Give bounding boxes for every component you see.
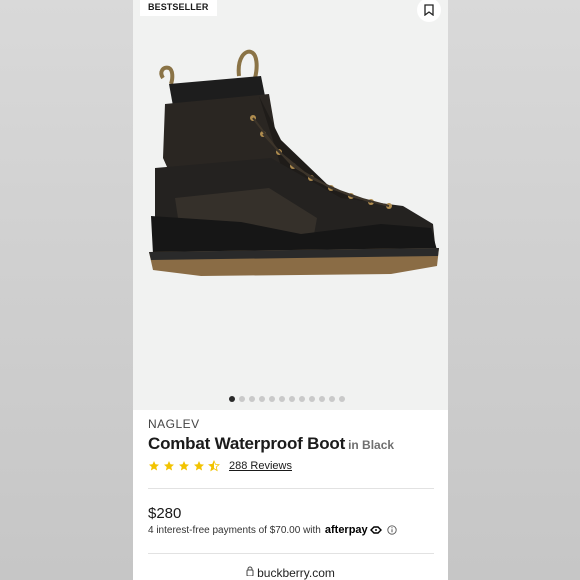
bookmark-icon	[424, 4, 434, 16]
product-title: Combat Waterproof Boot	[148, 434, 346, 453]
gallery-dot[interactable]	[279, 396, 285, 402]
star-icon	[179, 461, 189, 471]
product-image-gallery[interactable]: BESTSELLER	[133, 0, 448, 410]
browser-url-bar[interactable]: buckberry.com	[133, 566, 448, 580]
star-rating	[148, 460, 220, 472]
gallery-dot[interactable]	[259, 396, 265, 402]
afterpay-label: afterpay	[324, 524, 368, 536]
background-right	[448, 0, 580, 580]
star-icon	[149, 461, 159, 471]
gallery-dot[interactable]	[229, 396, 235, 402]
product-color: in Black	[348, 438, 395, 452]
afterpay-logo-icon	[369, 526, 382, 534]
divider	[148, 488, 434, 489]
product-title-row: Combat Waterproof Boot in Black	[148, 434, 394, 454]
gallery-dot[interactable]	[269, 396, 275, 402]
afterpay-installments: 4 interest-free payments of $70.00 with …	[148, 524, 397, 536]
gallery-dot[interactable]	[339, 396, 345, 402]
gallery-dot[interactable]	[239, 396, 245, 402]
installments-text: 4 interest-free payments of $70.00 with	[148, 524, 321, 536]
star-icon	[164, 461, 174, 471]
lock-icon	[246, 566, 254, 576]
reviews-link[interactable]: 288 Reviews	[229, 460, 292, 472]
background-left	[0, 0, 133, 580]
product-image	[149, 49, 439, 276]
url-text[interactable]: buckberry.com	[257, 566, 335, 580]
gallery-dot[interactable]	[309, 396, 315, 402]
divider	[148, 553, 434, 554]
brand-name[interactable]: NAGLEV	[148, 417, 200, 431]
gallery-dot[interactable]	[299, 396, 305, 402]
gallery-dot[interactable]	[289, 396, 295, 402]
gallery-dot[interactable]	[319, 396, 325, 402]
star-half-icon	[208, 460, 220, 472]
save-button[interactable]	[417, 0, 441, 22]
product-page: BESTSELLER NAGLEV Combat Waterproof Boot…	[133, 0, 448, 580]
star-icon	[194, 461, 204, 471]
gallery-dot[interactable]	[329, 396, 335, 402]
info-icon[interactable]	[387, 525, 397, 535]
rating-row: 288 Reviews	[148, 460, 292, 472]
bestseller-badge: BESTSELLER	[140, 0, 217, 16]
gallery-dot[interactable]	[249, 396, 255, 402]
product-price: $280	[148, 505, 182, 522]
gallery-pagination[interactable]	[229, 396, 345, 402]
